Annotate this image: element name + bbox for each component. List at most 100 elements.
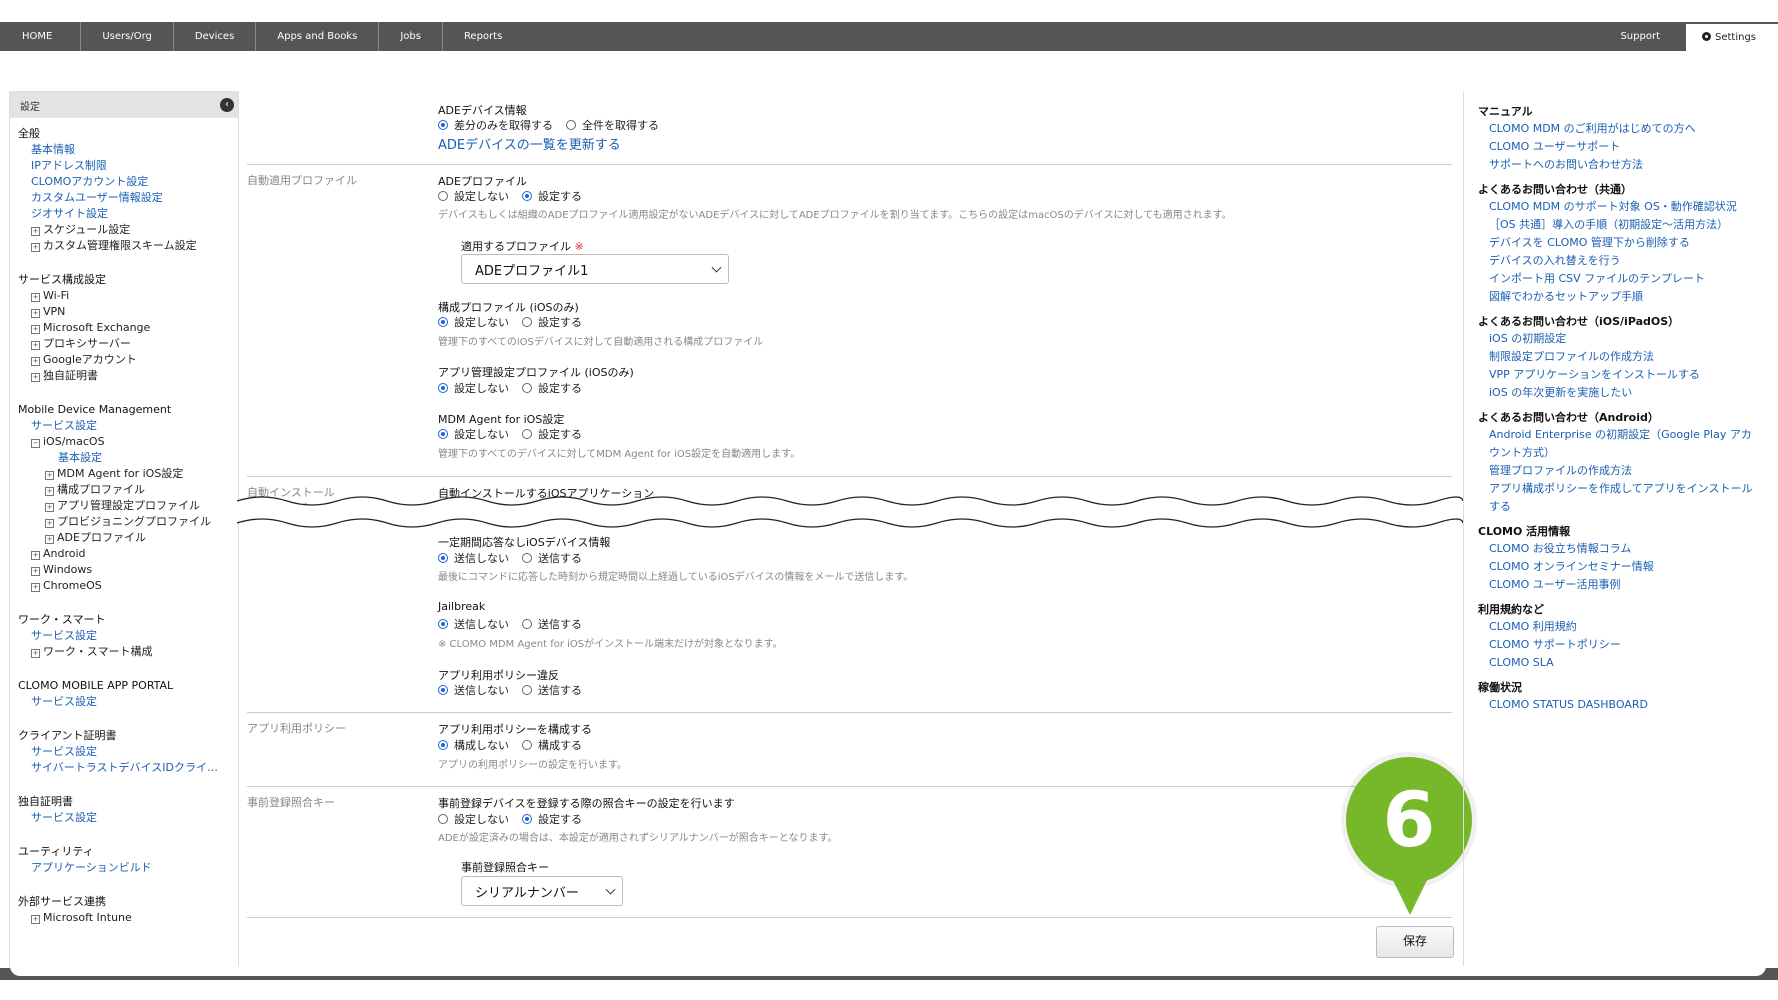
help-link[interactable]: Android Enterprise の初期設定（Google Play アカウ… [1478,426,1759,462]
expand-icon[interactable]: + [31,357,40,366]
sidebar-item[interactable]: + Android [18,546,238,562]
app-config-off-option[interactable]: 設定しない [438,380,509,396]
ade-profile-on-option[interactable]: 設定する [522,188,582,204]
mdm-agent-off-option[interactable]: 設定しない [438,426,509,442]
prereg-off-option[interactable]: 設定しない [438,811,509,827]
help-link[interactable]: デバイスを CLOMO 管理下から削除する [1478,234,1759,252]
sidebar-item[interactable]: + Googleアカウント [18,352,238,368]
sidebar-item[interactable]: サービス設定 [18,628,238,644]
expand-icon[interactable]: + [45,471,54,480]
sidebar-item[interactable]: + 構成プロファイル [18,482,238,498]
sidebar-item[interactable]: サイバートラストデバイスIDクライ… [18,760,238,776]
collapse-icon[interactable]: − [31,439,40,448]
help-link[interactable]: 管理プロファイルの作成方法 [1478,462,1759,480]
sidebar-item[interactable]: + カスタム管理権限スキーム設定 [18,238,238,254]
tab-support[interactable]: Support [1599,22,1686,51]
expand-icon[interactable]: + [31,649,40,658]
sidebar-item[interactable]: ジオサイト設定 [18,206,238,222]
expand-icon[interactable]: + [45,519,54,528]
expand-icon[interactable]: + [31,583,40,592]
help-link[interactable]: CLOMO SLA [1478,654,1759,672]
app-policy-on-option[interactable]: 構成する [522,737,582,753]
sidebar-item[interactable]: + ワーク・スマート構成 [18,644,238,660]
sidebar-item[interactable]: + Wi-Fi [18,288,238,304]
tab-users-org[interactable]: Users/Org [81,22,174,51]
sidebar-item[interactable]: アプリケーションビルド [18,860,238,876]
tab-reports[interactable]: Reports [443,22,523,51]
unresponsive-on-option[interactable]: 送信する [522,550,582,566]
sidebar-item[interactable]: サービス設定 [18,810,238,826]
help-link[interactable]: アプリ構成ポリシーを作成してアプリをインストールする [1478,480,1759,516]
sidebar-item[interactable]: + Microsoft Exchange [18,320,238,336]
sidebar-item[interactable]: サービス設定 [18,418,238,434]
tab-jobs[interactable]: Jobs [379,22,443,51]
help-link[interactable]: インポート用 CSV ファイルのテンプレート [1478,270,1759,288]
sidebar-item[interactable]: + Microsoft Intune [18,910,238,926]
tab-apps-and-books[interactable]: Apps and Books [256,22,380,51]
help-link[interactable]: CLOMO お役立ち情報コラム [1478,540,1759,558]
help-link[interactable]: CLOMO MDM のご利用がはじめての方へ [1478,120,1759,138]
expand-icon[interactable]: + [31,325,40,334]
expand-icon[interactable]: + [31,227,40,236]
sidebar-item[interactable]: + プロキシサーバー [18,336,238,352]
expand-icon[interactable]: + [31,373,40,382]
app-policy-off-option[interactable]: 構成しない [438,737,509,753]
help-link[interactable]: デバイスの入れ替えを行う [1478,252,1759,270]
sidebar-item[interactable]: + MDM Agent for iOS設定 [18,466,238,482]
prereg-key-select[interactable]: シリアルナンバー [461,876,623,906]
ade-refresh-link[interactable]: ADEデバイスの一覧を更新する [438,134,621,153]
unresponsive-off-option[interactable]: 送信しない [438,550,509,566]
sidebar-item[interactable]: + アプリ管理設定プロファイル [18,498,238,514]
policy-violation-on-option[interactable]: 送信する [522,682,582,698]
expand-icon[interactable]: + [45,535,54,544]
mdm-agent-on-option[interactable]: 設定する [522,426,582,442]
save-button[interactable]: 保存 [1376,926,1454,958]
help-link[interactable]: CLOMO オンラインセミナー情報 [1478,558,1759,576]
prereg-on-option[interactable]: 設定する [522,811,582,827]
sidebar-item[interactable]: カスタムユーザー情報設定 [18,190,238,206]
sidebar-item[interactable]: 基本設定 [18,450,238,466]
help-link[interactable]: CLOMO 利用規約 [1478,618,1759,636]
config-profile-on-option[interactable]: 設定する [522,314,582,330]
expand-icon[interactable]: + [45,503,54,512]
expand-icon[interactable]: + [31,551,40,560]
help-link[interactable]: 図解でわかるセットアップ手順 [1478,288,1759,306]
expand-icon[interactable]: + [31,915,40,924]
tab-home[interactable]: HOME [0,22,82,51]
jailbreak-on-option[interactable]: 送信する [522,616,582,632]
expand-icon[interactable]: + [31,243,40,252]
help-link[interactable]: ［OS 共通］導入の手順（初期設定〜活用方法） [1478,216,1759,234]
ade-profile-off-option[interactable]: 設定しない [438,188,509,204]
expand-icon[interactable]: + [31,309,40,318]
sidebar-item[interactable]: + スケジュール設定 [18,222,238,238]
help-link[interactable]: CLOMO MDM のサポート対象 OS・動作確認状況 [1478,198,1759,216]
help-link[interactable]: iOS の初期設定 [1478,330,1759,348]
help-link[interactable]: iOS の年次更新を実施したい [1478,384,1759,402]
sidebar-item[interactable]: + プロビジョニングプロファイル [18,514,238,530]
sidebar-item[interactable]: + ChromeOS [18,578,238,594]
help-link[interactable]: CLOMO ユーザーサポート [1478,138,1759,156]
expand-icon[interactable]: + [45,487,54,496]
sidebar-item[interactable]: − iOS/macOS [18,434,238,450]
sidebar-item[interactable]: サービス設定 [18,694,238,710]
sidebar-item[interactable]: IPアドレス制限 [18,158,238,174]
expand-icon[interactable]: + [31,341,40,350]
help-link[interactable]: CLOMO STATUS DASHBOARD [1478,696,1759,714]
ade-info-all-option[interactable]: 全件を取得する [566,117,659,133]
sidebar-item[interactable]: CLOMOアカウント設定 [18,174,238,190]
tab-settings[interactable]: Settings [1685,24,1778,53]
help-link[interactable]: CLOMO サポートポリシー [1478,636,1759,654]
apply-profile-select[interactable]: ADEプロファイル1 [461,254,729,284]
sidebar-item[interactable]: + Windows [18,562,238,578]
policy-violation-off-option[interactable]: 送信しない [438,682,509,698]
sidebar-item[interactable]: + 独自証明書 [18,368,238,384]
sidebar-item[interactable]: 基本情報 [18,142,238,158]
ade-info-diff-option[interactable]: 差分のみを取得する [438,117,553,133]
sidebar-item[interactable]: + VPN [18,304,238,320]
collapse-sidebar-icon[interactable]: ‹ [220,98,234,112]
help-link[interactable]: CLOMO ユーザー活用事例 [1478,576,1759,594]
config-profile-off-option[interactable]: 設定しない [438,314,509,330]
help-link[interactable]: 制限設定プロファイルの作成方法 [1478,348,1759,366]
help-link[interactable]: サポートへのお問い合わせ方法 [1478,156,1759,174]
sidebar-item[interactable]: サービス設定 [18,744,238,760]
